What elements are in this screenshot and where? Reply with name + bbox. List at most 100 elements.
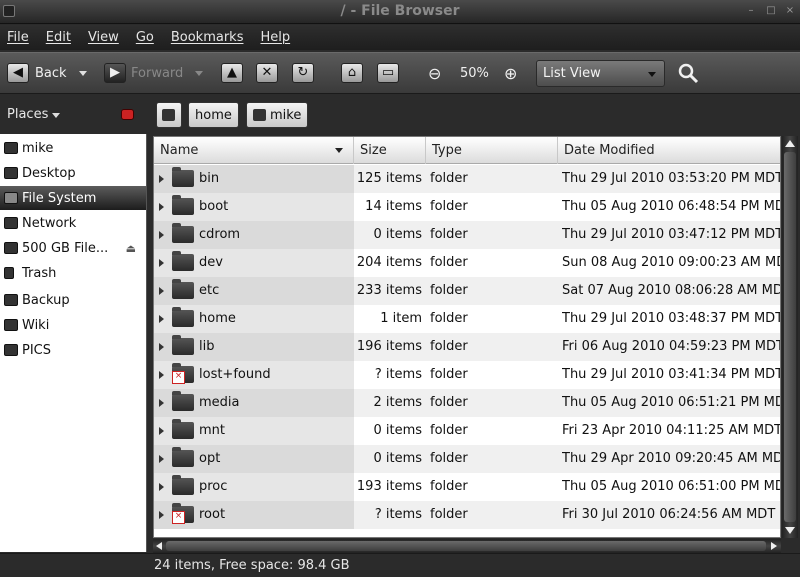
expand-arrow-icon[interactable]	[159, 343, 164, 351]
table-row[interactable]: opt 0 items folder Thu 29 Apr 2010 09:20:45…	[154, 445, 780, 473]
file-type: folder	[430, 199, 468, 214]
eject-icon[interactable]: ⏏	[126, 242, 136, 255]
places-label: Places	[7, 107, 49, 122]
sidebar-item-mike[interactable]: mike	[0, 136, 146, 160]
zoom-in-button[interactable]: ⊕	[504, 60, 517, 86]
minimize-icon[interactable]: –	[745, 5, 757, 17]
sidebar-item-backup[interactable]: Backup	[0, 288, 146, 312]
file-type: folder	[430, 255, 468, 270]
column-header-type[interactable]: Type	[426, 137, 558, 164]
places-sidebar: mike Desktop File System Network 500 GB …	[0, 134, 147, 552]
expand-arrow-icon[interactable]	[159, 371, 164, 379]
forward-button[interactable]: ▶ Forward	[104, 60, 204, 86]
table-row[interactable]: cdrom 0 items folder Thu 29 Jul 2010 03:47:…	[154, 221, 780, 249]
up-button[interactable]: ▲	[221, 60, 243, 86]
table-row[interactable]: home 1 item folder Thu 29 Jul 2010 03:48:37…	[154, 305, 780, 333]
sidebar-item-trash[interactable]: Trash	[0, 261, 146, 285]
title-bar: / - File Browser – □ ×	[0, 0, 800, 24]
forward-arrow-icon: ▶	[104, 63, 126, 83]
vertical-scrollbar-thumb[interactable]	[784, 152, 796, 522]
chevron-down-icon	[52, 113, 60, 118]
scroll-down-icon[interactable]	[785, 527, 795, 534]
sidebar-item-500gb-drive[interactable]: 500 GB File... ⏏	[0, 236, 146, 260]
view-mode-select[interactable]: List View	[536, 60, 665, 87]
sidebar-item-desktop[interactable]: Desktop	[0, 161, 146, 185]
stop-button[interactable]: ✕	[256, 60, 278, 86]
expand-arrow-icon[interactable]	[159, 175, 164, 183]
folder-icon	[172, 447, 194, 467]
expand-arrow-icon[interactable]	[159, 455, 164, 463]
file-date-modified: Sat 07 Aug 2010 08:06:28 AM MDT	[562, 283, 781, 298]
table-row[interactable]: etc 233 items folder Sat 07 Aug 2010 08:06:…	[154, 277, 781, 305]
file-list: Name Size Type Date Modified bin 125 item…	[153, 136, 781, 538]
file-date-modified: Thu 29 Jul 2010 03:41:34 PM MDT	[562, 367, 781, 382]
menu-help[interactable]: Help	[260, 30, 290, 45]
table-row[interactable]: dev 204 items folder Sun 08 Aug 2010 09:00:…	[154, 249, 780, 277]
expand-arrow-icon[interactable]	[159, 399, 164, 407]
table-row[interactable]: boot 14 items folder Thu 05 Aug 2010 06:48:…	[154, 193, 780, 221]
view-mode-value: List View	[543, 66, 601, 81]
trash-icon	[4, 267, 14, 279]
horizontal-scrollbar-thumb[interactable]	[166, 541, 766, 551]
sidebar-item-file-system[interactable]: File System	[0, 186, 146, 210]
table-row[interactable]: bin 125 items folder Thu 29 Jul 2010 03:53:…	[154, 165, 780, 193]
column-header-size[interactable]: Size	[354, 137, 426, 164]
breadcrumb-home[interactable]: home	[188, 102, 239, 128]
locked-folder-icon	[172, 503, 194, 524]
menu-bookmarks[interactable]: Bookmarks	[171, 30, 244, 45]
table-row[interactable]: lost+found ? items folder Thu 29 Jul 2010 0…	[154, 361, 781, 389]
file-type: folder	[430, 423, 468, 438]
table-row[interactable]: mnt 0 items folder Fri 23 Apr 2010 04:11:25…	[154, 417, 780, 445]
column-header-name[interactable]: Name	[154, 137, 354, 164]
sidebar-item-pics[interactable]: PICS	[0, 338, 146, 362]
computer-icon: ▭	[377, 63, 399, 83]
reload-button[interactable]: ↻	[292, 60, 314, 86]
scroll-left-icon[interactable]	[156, 542, 162, 550]
folder-icon	[4, 319, 18, 331]
file-size: 2 items	[373, 395, 422, 410]
zoom-out-button[interactable]: ⊖	[428, 60, 441, 86]
folder-icon	[172, 391, 194, 411]
scroll-up-icon[interactable]	[785, 140, 795, 147]
expand-arrow-icon[interactable]	[159, 315, 164, 323]
column-header-date-modified[interactable]: Date Modified	[558, 137, 780, 164]
column-headers: Name Size Type Date Modified	[154, 137, 780, 164]
home-button[interactable]: ⌂	[341, 60, 363, 86]
menu-file[interactable]: File	[7, 30, 29, 45]
maximize-icon[interactable]: □	[765, 5, 777, 17]
table-row[interactable]: root ? items folder Fri 30 Jul 2010 06:24:5…	[154, 501, 780, 529]
scroll-right-icon[interactable]	[771, 542, 777, 550]
expand-arrow-icon[interactable]	[159, 511, 164, 519]
sidebar-item-wiki[interactable]: Wiki	[0, 313, 146, 337]
back-button[interactable]: ◀ Back	[7, 60, 87, 86]
table-row[interactable]: proc 193 items folder Thu 05 Aug 2010 06:51…	[154, 473, 780, 501]
file-name: dev	[199, 255, 223, 270]
expand-arrow-icon[interactable]	[159, 483, 164, 491]
close-sidebar-icon[interactable]	[121, 109, 134, 120]
path-toggle-button[interactable]	[156, 102, 182, 128]
table-row[interactable]: media 2 items folder Thu 05 Aug 2010 06:51:…	[154, 389, 780, 417]
file-size: 1 item	[380, 311, 422, 326]
menu-view[interactable]: View	[88, 30, 119, 45]
close-icon[interactable]: ×	[784, 5, 796, 17]
menu-go[interactable]: Go	[136, 30, 154, 45]
expand-arrow-icon[interactable]	[159, 203, 164, 211]
expand-arrow-icon[interactable]	[159, 259, 164, 267]
back-history-dropdown-icon[interactable]	[78, 70, 87, 76]
search-button[interactable]	[677, 60, 699, 86]
forward-history-dropdown-icon[interactable]	[195, 70, 204, 76]
menu-edit[interactable]: Edit	[46, 30, 71, 45]
folder-icon	[4, 294, 18, 306]
home-folder-icon	[4, 142, 18, 154]
sidebar-item-network[interactable]: Network	[0, 211, 146, 235]
expand-arrow-icon[interactable]	[159, 427, 164, 435]
expand-arrow-icon[interactable]	[159, 231, 164, 239]
computer-button[interactable]: ▭	[377, 60, 399, 86]
zoom-out-icon: ⊖	[428, 63, 442, 83]
sidebar-item-label: PICS	[22, 342, 52, 358]
table-row[interactable]: lib 196 items folder Fri 06 Aug 2010 04:59:…	[154, 333, 780, 361]
sidebar-item-label: Network	[22, 215, 77, 231]
expand-arrow-icon[interactable]	[159, 287, 164, 295]
locked-folder-icon	[172, 363, 194, 384]
breadcrumb-mike[interactable]: mike	[246, 102, 309, 128]
